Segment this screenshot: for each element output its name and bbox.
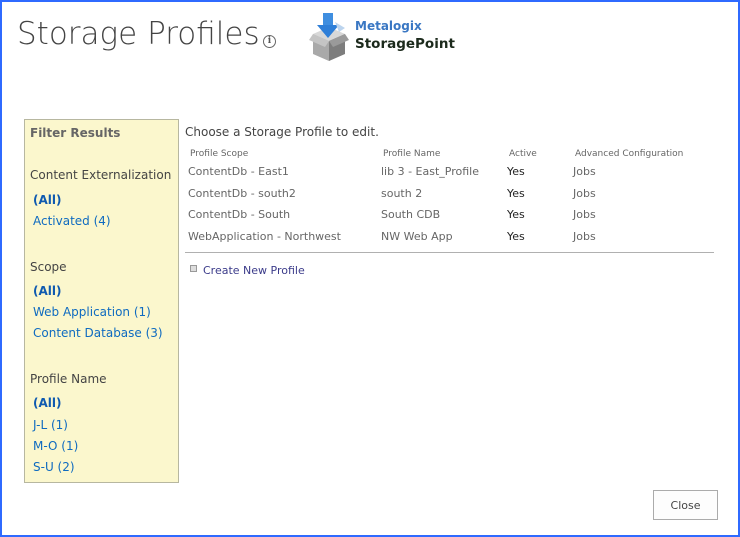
jobs-link[interactable]: Jobs (570, 161, 725, 183)
filter-heading-profile-name: Profile Name (30, 372, 107, 386)
filter-profile-name-m-o[interactable]: M-O (1) (33, 439, 78, 453)
filter-title: Filter Results (30, 126, 121, 140)
bullet-icon (190, 265, 197, 272)
metalogix-logo: Metalogix StoragePoint (309, 12, 459, 64)
profiles-table: Profile Scope Profile Name Active Advanc… (185, 146, 725, 247)
create-new-profile-label: Create New Profile (203, 264, 305, 277)
jobs-link[interactable]: Jobs (570, 226, 725, 248)
page-title: Storage Profiles (17, 16, 260, 52)
column-header-advanced-configuration: Advanced Configuration (575, 148, 684, 159)
cell-profile-name[interactable]: NW Web App (378, 226, 504, 248)
table-row[interactable]: ContentDb - South South CDB Yes Jobs (185, 204, 725, 226)
cell-active: Yes (507, 229, 525, 243)
cell-active: Yes (507, 208, 525, 222)
instruction-text: Choose a Storage Profile to edit. (185, 125, 379, 139)
cell-profile-scope[interactable]: ContentDb - South (185, 204, 378, 226)
cell-profile-name[interactable]: south 2 (378, 183, 504, 205)
logo-product: StoragePoint (355, 36, 455, 52)
jobs-link[interactable]: Jobs (570, 204, 725, 226)
filter-scope-all[interactable]: (All) (33, 284, 61, 298)
column-header-profile-scope[interactable]: Profile Scope (185, 146, 378, 161)
filter-heading-scope: Scope (30, 260, 67, 274)
filter-scope-web-application[interactable]: Web Application (1) (33, 305, 151, 319)
cell-profile-scope[interactable]: WebApplication - Northwest (185, 226, 378, 248)
cell-profile-name[interactable]: lib 3 - East_Profile (378, 161, 504, 183)
filter-results-panel: Filter Results Content Externalization (… (24, 119, 179, 483)
table-row[interactable]: ContentDb - south2 south 2 Yes Jobs (185, 183, 725, 205)
info-icon[interactable]: i (263, 35, 276, 48)
cell-profile-name[interactable]: South CDB (378, 204, 504, 226)
filter-profile-name-j-l[interactable]: J-L (1) (33, 418, 68, 432)
logo-brand: Metalogix (355, 19, 422, 33)
table-divider (185, 252, 714, 253)
filter-profile-name-s-u[interactable]: S-U (2) (33, 460, 75, 474)
jobs-link[interactable]: Jobs (570, 183, 725, 205)
cell-profile-scope[interactable]: ContentDb - East1 (185, 161, 378, 183)
cell-active: Yes (507, 165, 525, 179)
column-header-profile-name[interactable]: Profile Name (378, 146, 504, 161)
box-download-icon (309, 13, 349, 61)
table-row[interactable]: WebApplication - Northwest NW Web App Ye… (185, 226, 725, 248)
cell-active: Yes (507, 186, 525, 200)
table-row[interactable]: ContentDb - East1 lib 3 - East_Profile Y… (185, 161, 725, 183)
create-new-profile-link[interactable]: Create New Profile (190, 264, 305, 277)
filter-heading-content-externalization: Content Externalization (30, 168, 172, 182)
filter-content-externalization-activated[interactable]: Activated (4) (33, 214, 111, 228)
close-button[interactable]: Close (653, 490, 718, 520)
cell-profile-scope[interactable]: ContentDb - south2 (185, 183, 378, 205)
filter-scope-content-database[interactable]: Content Database (3) (33, 326, 163, 340)
table-header-row: Profile Scope Profile Name Active Advanc… (185, 146, 725, 161)
column-header-active[interactable]: Active (504, 146, 570, 161)
storage-profiles-dialog: Storage Profiles i Metalogix StoragePoin… (0, 0, 740, 537)
filter-content-externalization-all[interactable]: (All) (33, 193, 61, 207)
filter-profile-name-all[interactable]: (All) (33, 396, 61, 410)
